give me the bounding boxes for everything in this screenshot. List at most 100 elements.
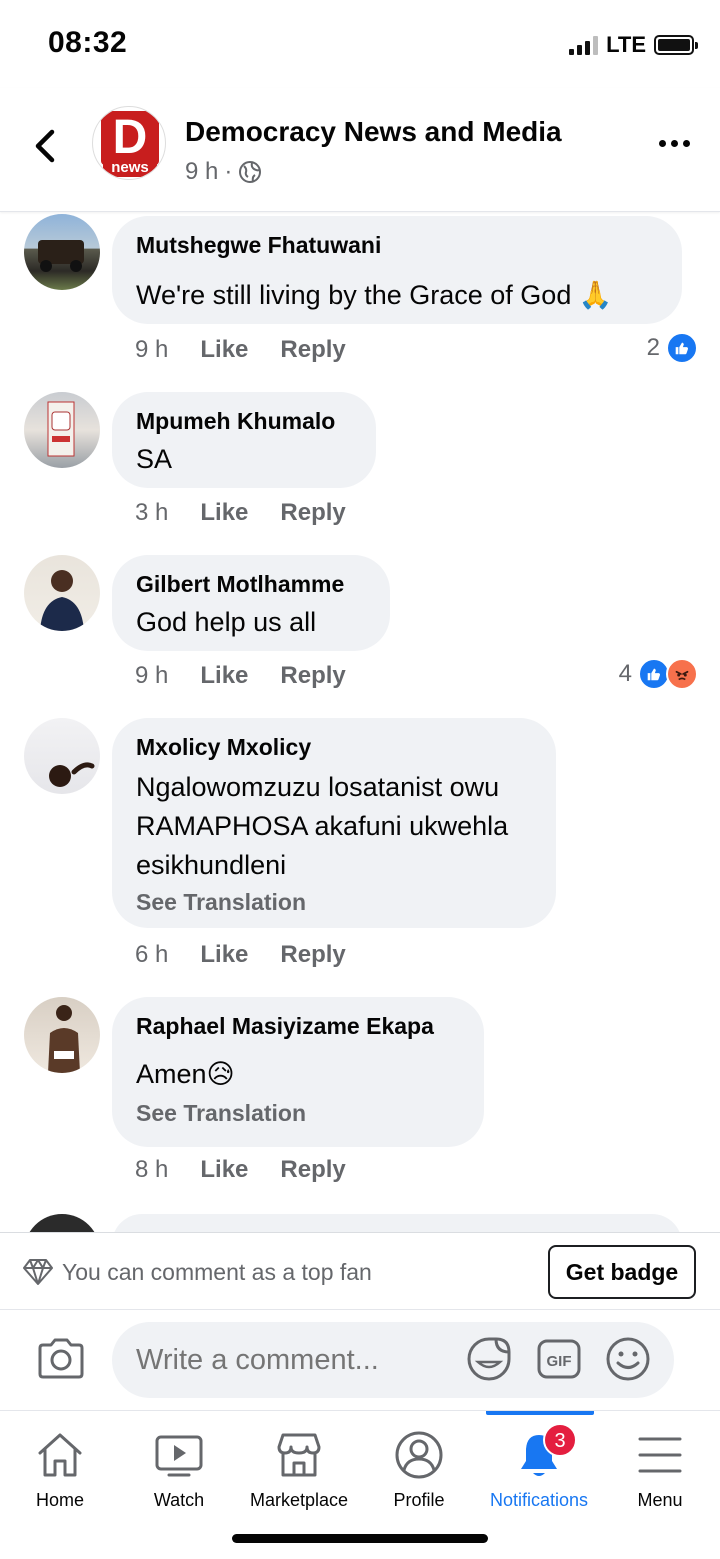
gif-icon[interactable]: GIF [536, 1336, 582, 1382]
comment-text: We're still living by the Grace of God 🙏 [136, 280, 613, 310]
avatar[interactable] [24, 555, 100, 631]
notification-badge: 3 [543, 1423, 577, 1457]
marketplace-icon [277, 1433, 321, 1477]
comment-actions: 8 h Like Reply [135, 1156, 346, 1184]
like-button[interactable]: Like [200, 336, 248, 364]
top-fan-text: You can comment as a top fan [62, 1259, 372, 1285]
comment-text-line: RAMAPHOSA akafuni ukwehla [136, 811, 509, 841]
menu-icon [638, 1437, 682, 1473]
reaction-summary[interactable]: 4 [619, 658, 698, 690]
comment-text: Amen😥 [136, 1059, 235, 1089]
reply-button[interactable]: Reply [280, 1156, 345, 1184]
comment-actions: 9 h Like Reply [135, 336, 346, 364]
comment-author[interactable]: Mutshegwe Fhatuwani [136, 230, 658, 260]
like-button[interactable]: Like [200, 1156, 248, 1184]
post-header: D news Democracy News and Media 9 h · [0, 88, 720, 212]
logo-letter: D [101, 111, 159, 165]
nav-profile[interactable]: Profile [359, 1411, 479, 1521]
status-bar: 08:32 LTE [0, 0, 720, 88]
network-label: LTE [606, 32, 646, 57]
nav-label: Watch [153, 1490, 205, 1510]
nav-marketplace[interactable]: Marketplace [239, 1411, 359, 1521]
diamond-icon [23, 1259, 53, 1285]
globe-icon [239, 161, 262, 183]
avatar[interactable] [24, 997, 100, 1073]
comment-text: God help us all [136, 607, 317, 637]
comment-actions: 3 h Like Reply [135, 499, 346, 527]
reaction-count: 2 [646, 334, 660, 361]
sticker-icon[interactable] [466, 1336, 512, 1382]
comment-bubble[interactable] [112, 1214, 682, 1232]
post-time: 9 h [185, 158, 219, 185]
comment-bubble[interactable]: Mpumeh Khumalo SA [112, 392, 376, 488]
home-indicator[interactable] [232, 1534, 488, 1543]
nav-label: Home [35, 1490, 84, 1510]
comment-text-line: Ngalowomzuzu losatanist owu [136, 772, 500, 802]
comment-author[interactable]: Raphael Masiyizame Ekapa [136, 1011, 460, 1041]
comment-composer: GIF [0, 1310, 720, 1410]
reply-button[interactable]: Reply [280, 662, 345, 690]
comment-author[interactable]: Mpumeh Khumalo [136, 406, 352, 436]
reply-button[interactable]: Reply [280, 941, 345, 969]
home-icon [38, 1433, 82, 1477]
signal-icon [569, 35, 599, 55]
get-badge-button[interactable]: Get badge [548, 1245, 696, 1299]
nav-label: Menu [637, 1490, 683, 1510]
angry-reaction-icon [666, 658, 698, 690]
page-name[interactable]: Democracy News and Media [185, 116, 562, 148]
comment-time: 6 h [135, 941, 169, 968]
nav-watch[interactable]: Watch [119, 1411, 239, 1521]
like-reaction-icon [666, 332, 698, 364]
meta-separator: · [224, 158, 233, 185]
comment-actions: 6 h Like Reply [135, 941, 346, 969]
comment-time: 9 h [135, 662, 169, 689]
watch-icon [155, 1435, 203, 1477]
comment-time: 3 h [135, 499, 169, 526]
comment-bubble[interactable]: Gilbert Motlhamme God help us all [112, 555, 390, 651]
comment-bubble[interactable]: Mutshegwe Fhatuwani We're still living b… [112, 216, 682, 324]
more-options-icon[interactable] [659, 140, 690, 147]
comment-actions: 9 h Like Reply [135, 662, 346, 690]
post-meta: 9 h · [185, 158, 262, 186]
back-arrow-icon[interactable] [30, 126, 60, 166]
comments-list: Mutshegwe Fhatuwani We're still living b… [0, 212, 720, 1232]
comment-text: SA [136, 444, 173, 474]
avatar[interactable] [24, 214, 100, 290]
status-time: 08:32 [48, 26, 128, 59]
nav-label: Profile [393, 1490, 445, 1510]
comment-author[interactable]: Mxolicy Mxolicy [136, 732, 532, 762]
comment-input[interactable] [112, 1322, 674, 1398]
emoji-icon[interactable] [605, 1336, 651, 1382]
top-fan-bar: You can comment as a top fan Get badge [0, 1232, 720, 1310]
avatar[interactable] [24, 392, 100, 468]
status-indicators: LTE [569, 32, 698, 58]
see-translation-link[interactable]: See Translation [136, 885, 532, 919]
like-button[interactable]: Like [200, 662, 248, 690]
nav-label: Notifications [489, 1490, 589, 1510]
like-button[interactable]: Like [200, 941, 248, 969]
like-button[interactable]: Like [200, 499, 248, 527]
reply-button[interactable]: Reply [280, 499, 345, 527]
camera-icon[interactable] [36, 1336, 86, 1380]
logo-text: news [103, 159, 157, 177]
comment-time: 8 h [135, 1156, 169, 1183]
avatar[interactable] [24, 718, 100, 794]
battery-icon [654, 35, 698, 55]
see-translation-link[interactable]: See Translation [136, 1096, 460, 1130]
nav-menu[interactable]: Menu [600, 1411, 720, 1521]
profile-icon [395, 1431, 443, 1479]
comment-bubble[interactable]: Raphael Masiyizame Ekapa Amen😥 See Trans… [112, 997, 484, 1147]
reaction-summary[interactable]: 2 [647, 332, 698, 364]
page-avatar[interactable]: D news [92, 106, 166, 180]
reply-button[interactable]: Reply [280, 336, 345, 364]
nav-home[interactable]: Home [0, 1411, 120, 1521]
nav-notifications[interactable]: 3 Notifications [479, 1411, 599, 1521]
comment-author[interactable]: Gilbert Motlhamme [136, 569, 366, 599]
comment-time: 9 h [135, 336, 169, 363]
comment-bubble[interactable]: Mxolicy Mxolicy Ngalowomzuzu losatanist … [112, 718, 556, 928]
nav-label: Marketplace [249, 1490, 349, 1510]
svg-text:GIF: GIF [547, 1353, 572, 1370]
reaction-count: 4 [618, 660, 632, 687]
comment-text-line: esikhundleni [136, 850, 287, 880]
avatar[interactable] [24, 1214, 100, 1232]
